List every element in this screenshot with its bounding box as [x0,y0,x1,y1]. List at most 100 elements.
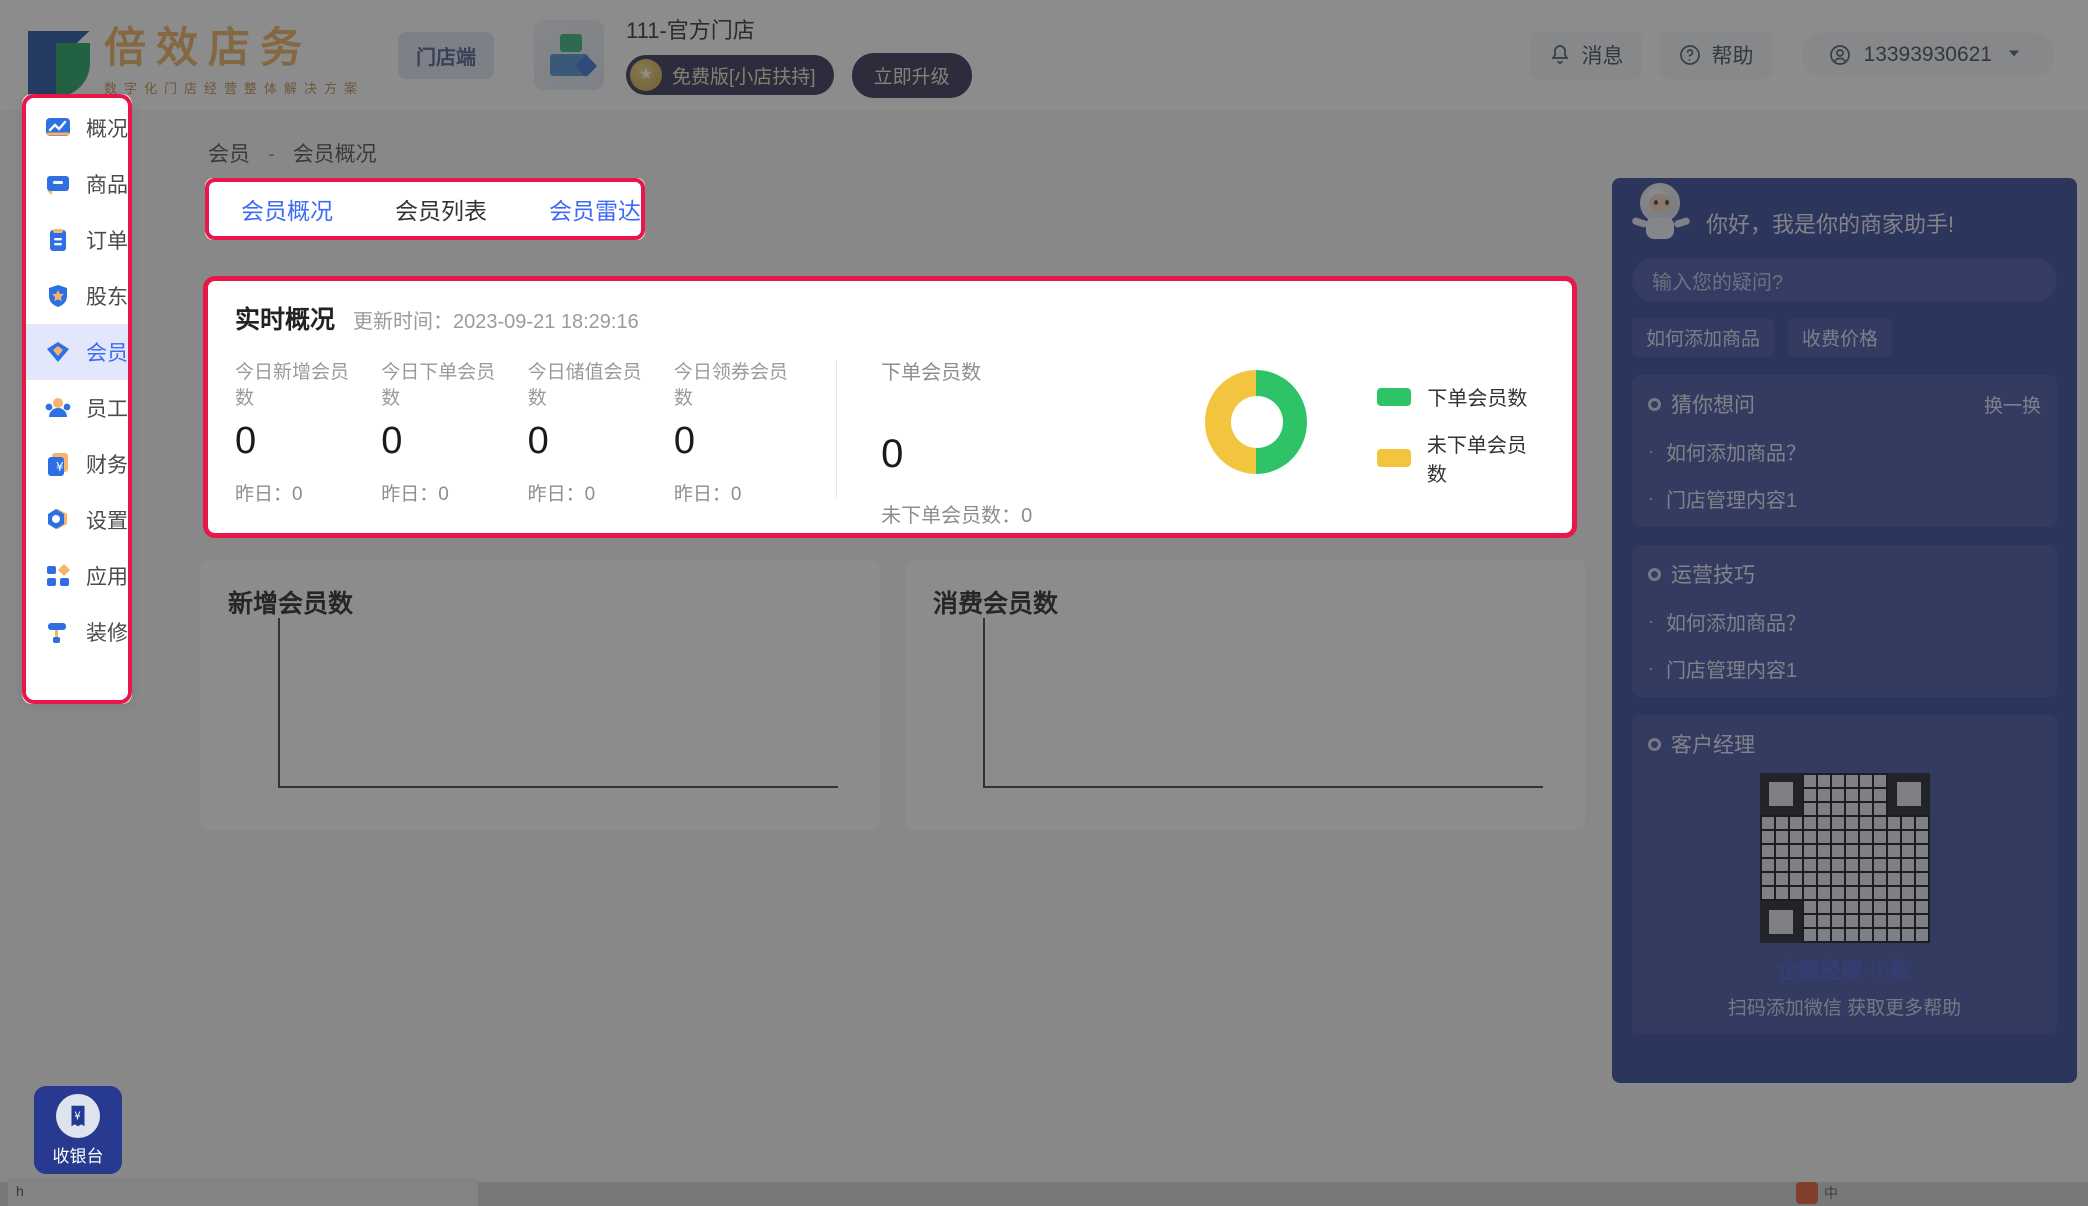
top-bar-actions: 消息 帮助 13393930621 [1512,31,2054,79]
panel-title-tips: 运营技巧 [1671,564,1755,587]
yuan-card-icon: ¥ [44,450,72,478]
people-icon [44,394,72,422]
cashier-button[interactable]: ¥ 收银台 [34,1086,122,1174]
consuming-members-chart-axes [983,618,1543,788]
legend-item: 下单会员数 [1377,382,1545,411]
sidebar-item-label: 商品 [86,174,128,197]
kpi-coupon-members: 今日领券会员数 0 昨日：0 [674,360,792,506]
goods-box-icon [44,170,72,198]
plan-label: 免费版[小店扶持] [672,66,816,88]
sidebar-item-label: 概况 [86,118,128,141]
chart-line-icon [44,114,72,142]
astronaut-avatar-icon [1631,179,1691,241]
suggestion-label: 如何添加商品？ [1666,443,1806,465]
ime-indicator[interactable]: 中 [1796,1182,1838,1204]
panel-guess-you-ask: 猜你想问 换一换 · 如何添加商品？ · 门店管理内容1 [1632,375,2057,527]
diamond-icon [44,338,72,366]
sidebar-item-members[interactable]: 会员 [22,324,132,380]
panel-title-guess: 猜你想问 [1671,394,1755,417]
ime-mode-icon: 中 [1824,1185,1838,1201]
sidebar-item-label: 员工 [86,398,128,421]
svg-text:¥: ¥ [74,1111,81,1122]
clipboard-icon [44,226,72,254]
kpi-sub: 昨日：0 [235,484,303,505]
kpi-sub: 昨日：0 [381,484,449,505]
merchant-assistant-panel: 你好，我是你的商家助手! 输入您的疑问? 如何添加商品 收费价格 猜你想问 换一… [1612,178,2077,1083]
chip-pricing[interactable]: 收费价格 [1788,318,1893,357]
bullet-dot-icon: · [1648,658,1654,678]
suggestion-label: 门店管理内容1 [1666,490,1798,512]
kpi-label: 今日新增会员数 [235,362,350,409]
kpi-sub: 昨日：0 [527,484,596,505]
browser-status-url: h [8,1178,478,1206]
sidebar-item-settings[interactable]: 设置 [22,492,132,548]
help-button[interactable]: 帮助 [1659,31,1772,79]
sidebar-item-orders[interactable]: 订单 [22,212,132,268]
refresh-suggestions-button[interactable]: 换一换 [1984,391,2041,418]
sidebar-item-overview[interactable]: 概况 [22,100,132,156]
sidebar-item-decoration[interactable]: 装修 [22,604,132,660]
realtime-title: 实时概况 [235,306,336,334]
sidebar-item-apps[interactable]: 应用 [22,548,132,604]
bell-icon [1548,43,1572,67]
sidebar-item-label: 股东 [86,286,128,309]
tip-item[interactable]: · 门店管理内容1 [1648,654,2041,683]
receipt-yuan-icon: ¥ [56,1093,100,1138]
update-time-value: 2023-09-21 18:29:16 [453,311,639,333]
suggestion-item[interactable]: · 门店管理内容1 [1648,484,2041,513]
bullet-ring-icon [1648,397,1661,411]
tab-member-list[interactable]: 会员列表 [395,192,487,226]
sidebar-item-goods[interactable]: 商品 [22,156,132,212]
sidebar-item-shareholder[interactable]: 股东 [22,268,132,324]
kpi-label: 今日领券会员数 [673,362,788,409]
tab-member-radar[interactable]: 会员雷达 [549,192,641,226]
kpi-new-members: 今日新增会员数 0 昨日：0 [235,360,353,506]
kpi-value: 0 [381,420,403,462]
assistant-question-input[interactable]: 输入您的疑问? [1632,258,2057,302]
breadcrumb: 会员 - 会员概况 [208,138,377,168]
cashier-label: 收银台 [52,1146,104,1166]
order-members-value: 0 [881,432,904,476]
member-tabs: 会员概况 会员列表 会员雷达 [205,178,645,240]
kpi-value: 0 [235,420,257,462]
assistant-greeting: 你好，我是你的商家助手! [1706,212,1955,237]
tip-label: 如何添加商品？ [1666,613,1806,635]
sidebar-item-label: 装修 [86,622,128,645]
suggestion-item[interactable]: · 如何添加商品？ [1648,437,2041,466]
new-members-chart-axes [278,618,838,788]
store-side-badge[interactable]: 门店端 [398,31,495,79]
tab-member-overview[interactable]: 会员概况 [241,192,333,226]
help-label: 帮助 [1711,45,1754,68]
legend-swatch-nonorder [1377,449,1411,467]
chip-how-to-add-goods[interactable]: 如何添加商品 [1632,318,1775,357]
non-order-members-sub: 未下单会员数：0 [881,505,1033,527]
kpi-value: 0 [673,420,696,462]
messages-button[interactable]: 消息 [1529,31,1642,79]
store-thumbnail [534,20,605,90]
top-bar: 倍效店务 数字化门店经营整体解决方案 门店端 111-官方门店 ★ 免费版[小店… [0,0,2088,110]
messages-label: 消息 [1581,45,1624,68]
tip-item[interactable]: · 如何添加商品？ [1648,607,2041,636]
donut-legend: 下单会员数 未下单会员数 [1377,382,1545,505]
assistant-input-placeholder: 输入您的疑问? [1652,271,1784,294]
svg-text:¥: ¥ [56,460,64,474]
new-members-chart-card: 新增会员数 [200,560,880,830]
sidebar-item-label: 应用 [86,566,128,589]
user-circle-icon [1828,43,1852,67]
upgrade-button[interactable]: 立即升级 [851,52,972,98]
bullet-dot-icon: · [1648,441,1654,461]
panel-account-manager: 客户经理 企服经理-小数 扫码添加微信 获取更多帮助 [1632,715,2057,1034]
logo-title: 倍效店务 [104,22,313,72]
sidebar-item-finance[interactable]: ¥ 财务 [22,436,132,492]
sidebar-item-staff[interactable]: 员工 [22,380,132,436]
order-members-donut-chart [1204,370,1308,474]
sidebar-item-label: 设置 [86,510,128,533]
panel-title-manager: 客户经理 [1671,734,1755,757]
wechat-qr-code [1759,773,1930,943]
breadcrumb-parent[interactable]: 会员 [208,143,250,166]
chevron-down-icon [2004,43,2028,67]
user-menu[interactable]: 13393930621 [1801,33,2054,77]
legend-label-order: 下单会员数 [1427,388,1528,410]
brand-logo[interactable]: 倍效店务 数字化门店经营整体解决方案 [28,14,364,97]
sidebar-item-label: 财务 [86,454,128,477]
